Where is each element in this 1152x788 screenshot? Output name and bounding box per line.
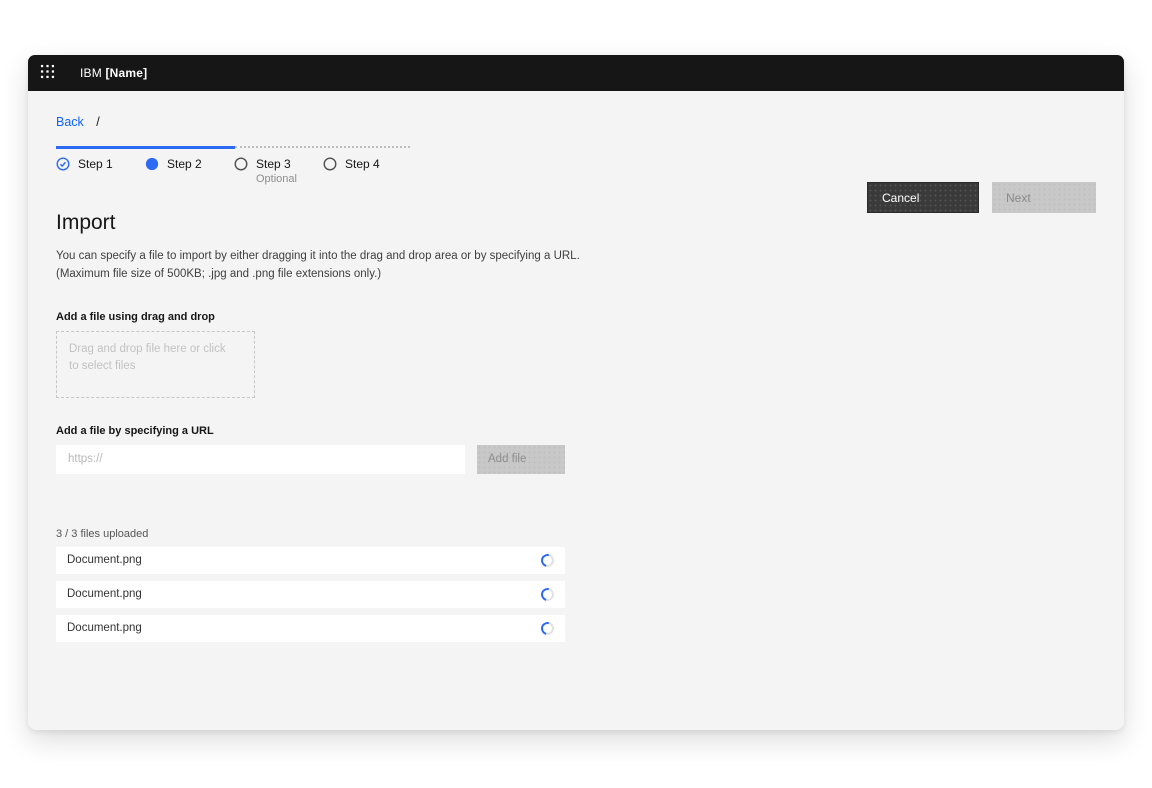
step-optional-label: Optional [256,173,323,185]
cancel-button[interactable]: Cancel [867,182,979,213]
page-body: Back / Step 1 [28,91,1124,642]
upload-spinner-icon [539,585,557,603]
progress-steps: Step 1 Step 2 [56,157,412,185]
step-incomplete-icon [234,157,248,171]
header-title: IBM [Name] [80,66,147,80]
file-name: Document.png [67,554,142,566]
file-dropzone[interactable]: Drag and drop file here or click to sele… [56,331,255,398]
uploaded-file-row: Document.png [56,581,565,608]
next-button[interactable]: Next [992,182,1096,213]
breadcrumb: Back / [56,91,1096,129]
file-name: Document.png [67,622,142,634]
description-line-2: (Maximum file size of 500KB; .jpg and .p… [56,266,1096,284]
progress-indicator: Step 1 Step 2 [56,146,412,185]
app-switcher-button[interactable] [40,59,72,87]
dragdrop-label: Add a file using drag and drop [56,311,1096,323]
uploaded-file-row: Document.png [56,547,565,574]
progress-step-3[interactable]: Step 3 Optional [234,157,323,185]
add-file-button[interactable]: Add file [477,445,565,474]
progress-step-1[interactable]: Step 1 [56,157,145,185]
switcher-grid-icon [40,64,55,82]
upload-spinner-icon [539,551,557,569]
step-label: Step 4 [345,157,380,171]
step-current-icon [145,157,159,171]
app-header: IBM [Name] [28,55,1124,91]
page-title: Import [56,211,1096,235]
step-label: Step 2 [167,157,202,171]
breadcrumb-back-link[interactable]: Back [56,115,84,129]
header-app-name: [Name] [105,66,147,80]
step-label: Step 3 [256,157,291,171]
progress-track-incomplete [235,146,410,148]
dropzone-hint-text: Drag and drop file here or click to sele… [69,341,229,377]
progress-track-complete [56,146,235,149]
url-upload-label: Add a file by specifying a URL [56,425,1096,437]
wizard-actions: Cancel Next [867,182,1096,213]
uploaded-file-row: Document.png [56,615,565,642]
url-input[interactable] [56,445,465,474]
description-line-1: You can specify a file to import by eith… [56,248,1096,266]
step-complete-check-icon [56,157,70,171]
page-description: You can specify a file to import by eith… [56,248,1096,284]
upload-spinner-icon [539,619,557,637]
files-uploaded-status: 3 / 3 files uploaded [56,528,1096,540]
breadcrumb-separator: / [96,115,99,129]
step-label: Step 1 [78,157,113,171]
file-name: Document.png [67,588,142,600]
url-upload-row: Add file [56,445,1096,474]
header-brand: IBM [80,66,102,80]
step-incomplete-icon [323,157,337,171]
app-window: IBM [Name] Back / [28,55,1124,730]
progress-step-2[interactable]: Step 2 [145,157,234,185]
progress-step-4[interactable]: Step 4 [323,157,412,185]
progress-track [56,146,412,149]
